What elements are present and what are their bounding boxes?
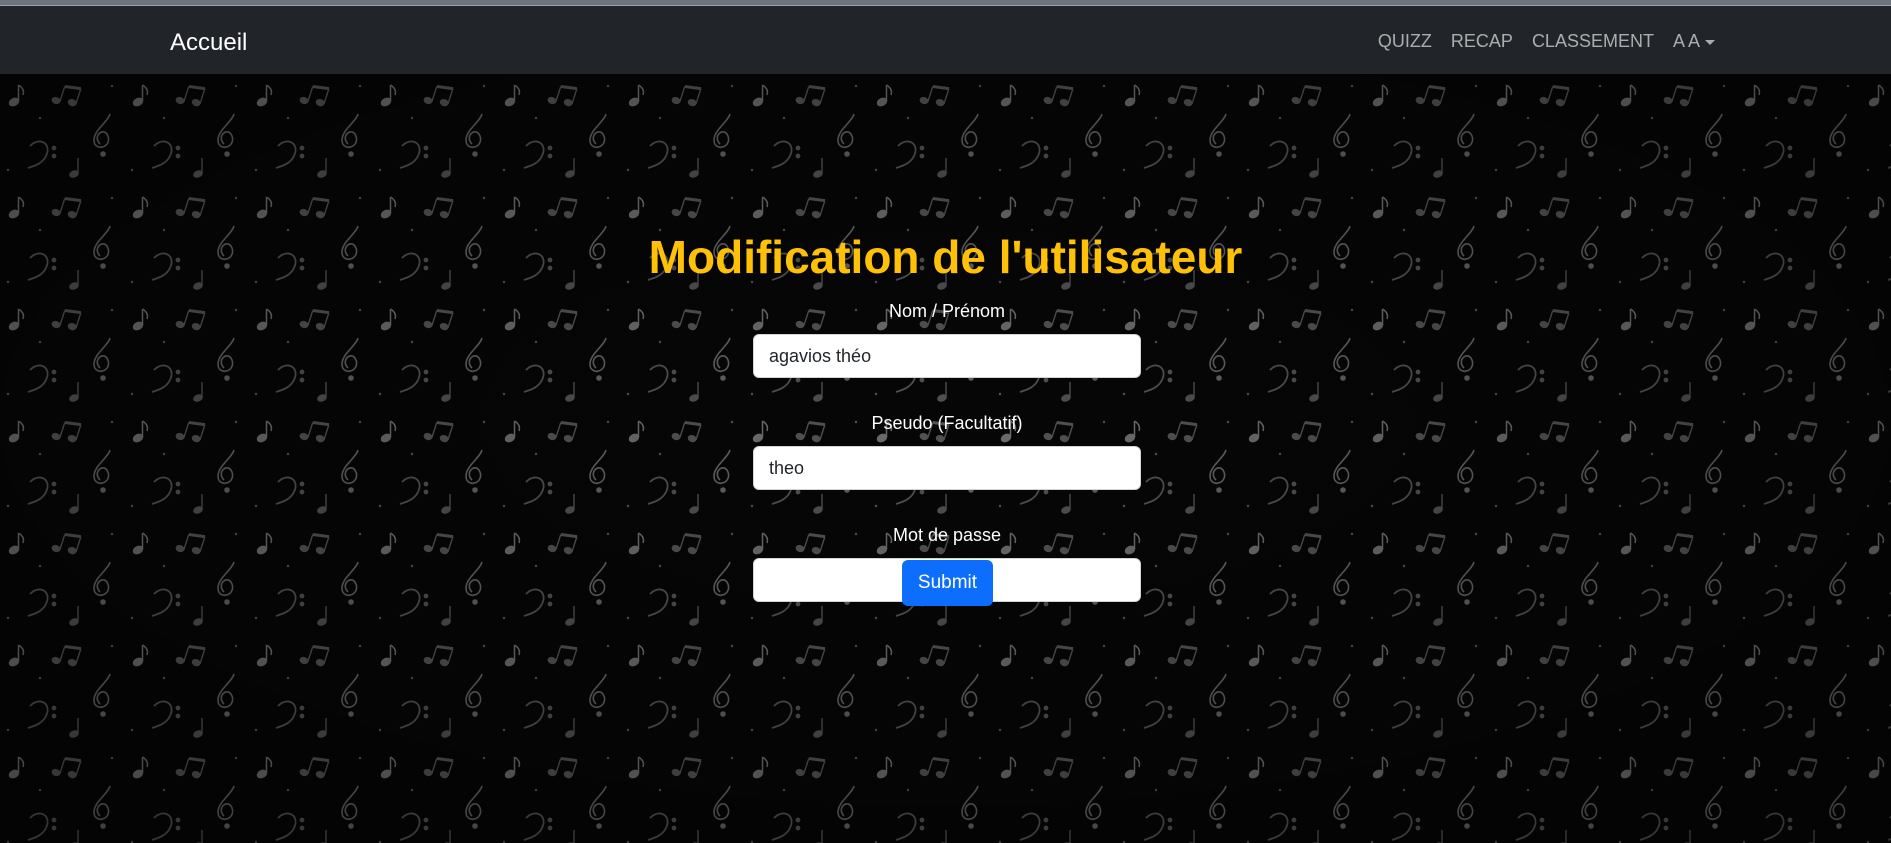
nav-link-recap[interactable]: RECAP: [1451, 30, 1513, 52]
form-group-name: Nom / Prénom: [753, 300, 1141, 412]
navbar: Accueil QUIZZ RECAP CLASSEMENT A A: [0, 6, 1891, 74]
name-input[interactable]: [753, 334, 1141, 378]
page-title: Modification de l'utilisateur: [648, 231, 1243, 283]
submit-button[interactable]: Submit: [902, 560, 993, 606]
caret-down-icon: [1705, 39, 1715, 45]
nav-link-quizz[interactable]: QUIZZ: [1378, 30, 1432, 52]
pseudo-input[interactable]: [753, 446, 1141, 490]
main-content: Modification de l'utilisateur Nom / Prén…: [0, 74, 1891, 843]
user-menu-label: A A: [1672, 31, 1700, 51]
nav-links: QUIZZ RECAP CLASSEMENT A A: [1378, 30, 1715, 52]
window-top-strip: [0, 0, 1891, 6]
user-menu-dropdown[interactable]: A A: [1673, 30, 1715, 52]
pseudo-label: Pseudo (Facultatif): [871, 413, 1023, 433]
form-group-pseudo: Pseudo (Facultatif): [753, 412, 1141, 524]
nav-link-classement[interactable]: CLASSEMENT: [1532, 30, 1654, 52]
password-label: Mot de passe: [892, 525, 1002, 545]
brand-home-link[interactable]: Accueil: [170, 28, 247, 58]
name-label: Nom / Prénom: [888, 301, 1006, 321]
